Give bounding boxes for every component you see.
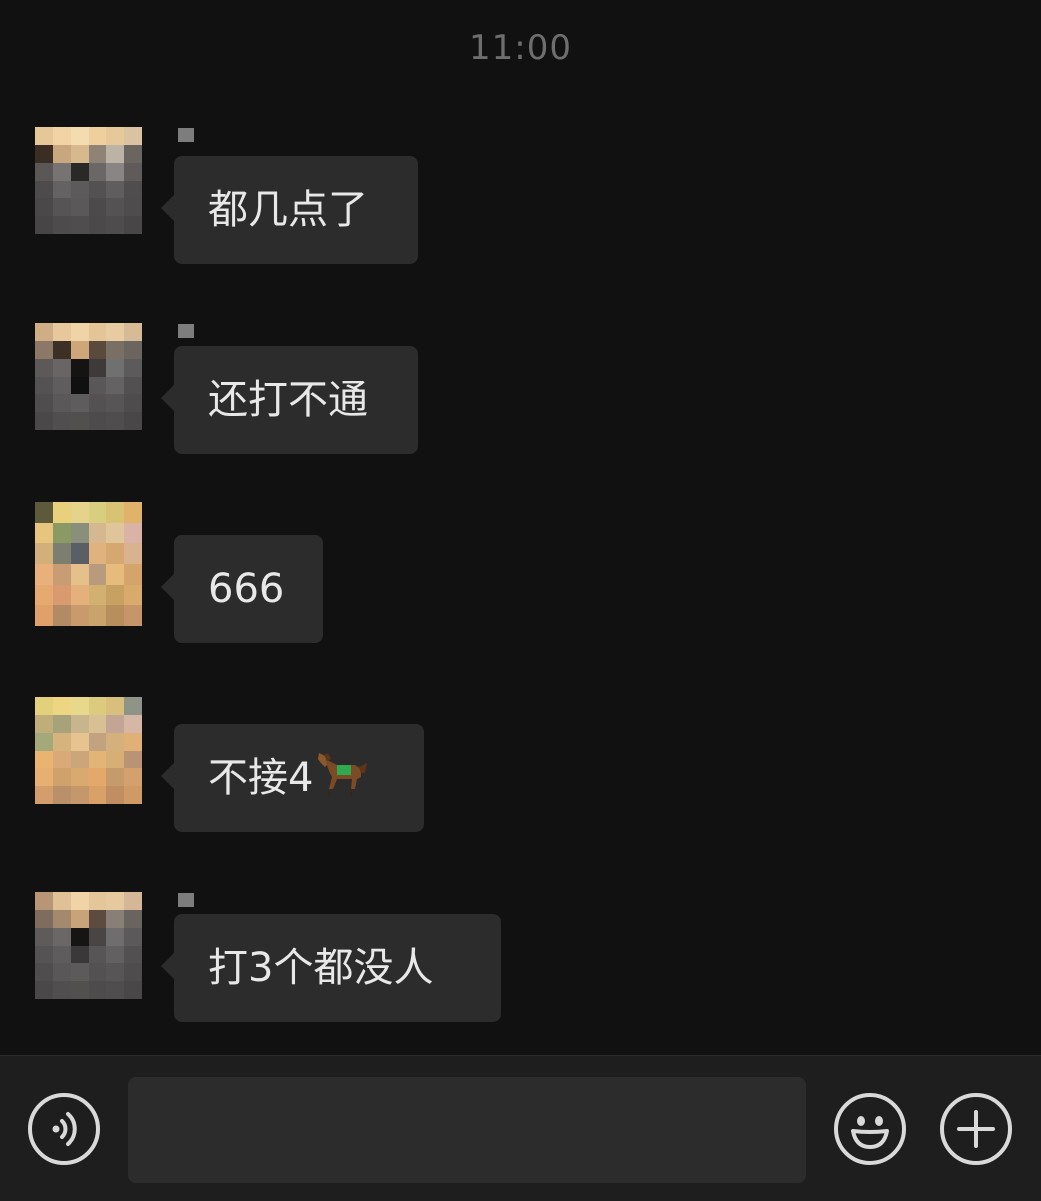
- chat-area[interactable]: 11:00 都几点了 还打不通 666 不接4 打3个都没人: [0, 0, 1041, 1055]
- voice-icon[interactable]: [28, 1093, 100, 1165]
- message-bubble[interactable]: 打3个都没人: [161, 914, 501, 1022]
- message-bubble[interactable]: 不接4: [161, 724, 424, 832]
- sender-name-mark: [178, 324, 194, 338]
- avatar[interactable]: [35, 892, 142, 999]
- timestamp: 11:00: [469, 28, 572, 68]
- smiley-icon[interactable]: [834, 1093, 906, 1165]
- message-input[interactable]: [128, 1077, 806, 1183]
- message-bubble[interactable]: 666: [161, 535, 323, 643]
- message-bubble[interactable]: 都几点了: [161, 156, 418, 264]
- sender-name-mark: [178, 893, 194, 907]
- message-text: 666: [208, 566, 285, 612]
- message-text: 还打不通: [208, 377, 368, 423]
- avatar[interactable]: [35, 323, 142, 430]
- avatar[interactable]: [35, 697, 142, 804]
- input-bar: [0, 1055, 1041, 1201]
- plus-icon[interactable]: [940, 1093, 1012, 1165]
- sender-name-mark: [178, 128, 194, 142]
- horse-emoji-icon: [315, 730, 369, 838]
- message-text: 都几点了: [208, 187, 368, 233]
- avatar[interactable]: [35, 127, 142, 234]
- message-text: 不接4: [208, 755, 314, 801]
- message-bubble[interactable]: 还打不通: [161, 346, 418, 454]
- avatar[interactable]: [35, 502, 142, 626]
- message-text: 打3个都没人: [208, 945, 434, 991]
